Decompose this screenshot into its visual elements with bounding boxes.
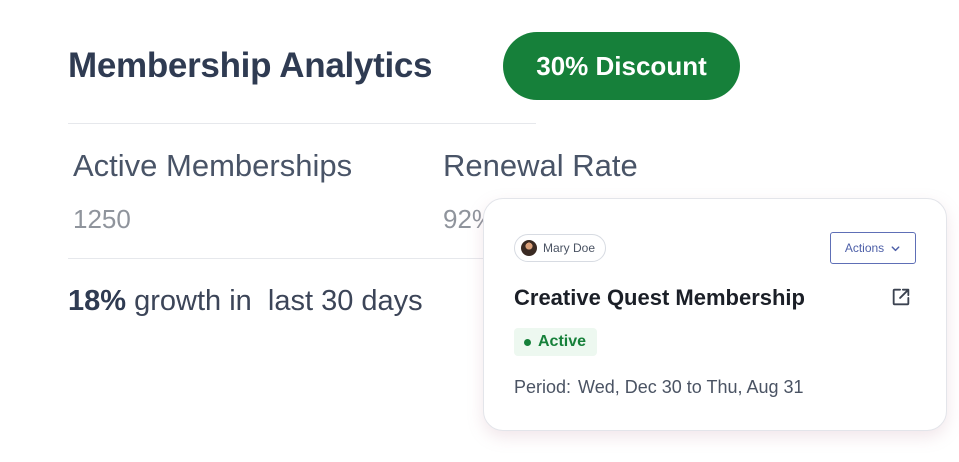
stat-label-active-memberships: Active Memberships: [73, 148, 353, 183]
actions-dropdown-button[interactable]: Actions: [830, 232, 916, 264]
avatar: [521, 240, 537, 256]
page-title: Membership Analytics: [68, 46, 433, 85]
period-value: Wed, Dec 30 to Thu, Aug 31: [578, 377, 804, 397]
stat-value-active-memberships: 1250: [73, 204, 131, 234]
growth-text: growth in last 30 days: [126, 285, 423, 317]
divider: [68, 123, 536, 124]
stat-label-renewal-rate: Renewal Rate: [443, 148, 638, 183]
membership-title: Creative Quest Membership: [514, 285, 805, 310]
external-link-icon[interactable]: [890, 286, 912, 308]
owner-name: Mary Doe: [543, 241, 596, 255]
owner-chip: Mary Doe: [514, 234, 607, 262]
membership-card: Mary Doe Actions Creative Quest Membersh…: [483, 198, 947, 431]
divider: [68, 258, 488, 259]
growth-value: 18%: [68, 285, 127, 317]
discount-badge-button[interactable]: 30% Discount: [503, 32, 740, 100]
status-label: Active: [538, 333, 587, 350]
chevron-down-icon: [891, 245, 900, 251]
period-label: Period:: [514, 377, 572, 397]
membership-analytics-panel: Membership Analytics 30% Discount Active…: [0, 0, 959, 462]
actions-label: Actions: [844, 241, 885, 255]
status-dot-icon: [524, 338, 531, 346]
growth-summary: 18% growth in last 30 days: [68, 285, 423, 318]
status-badge: Active: [514, 328, 598, 356]
membership-period: Period: Wed, Dec 30 to Thu, Aug 31: [514, 377, 804, 398]
